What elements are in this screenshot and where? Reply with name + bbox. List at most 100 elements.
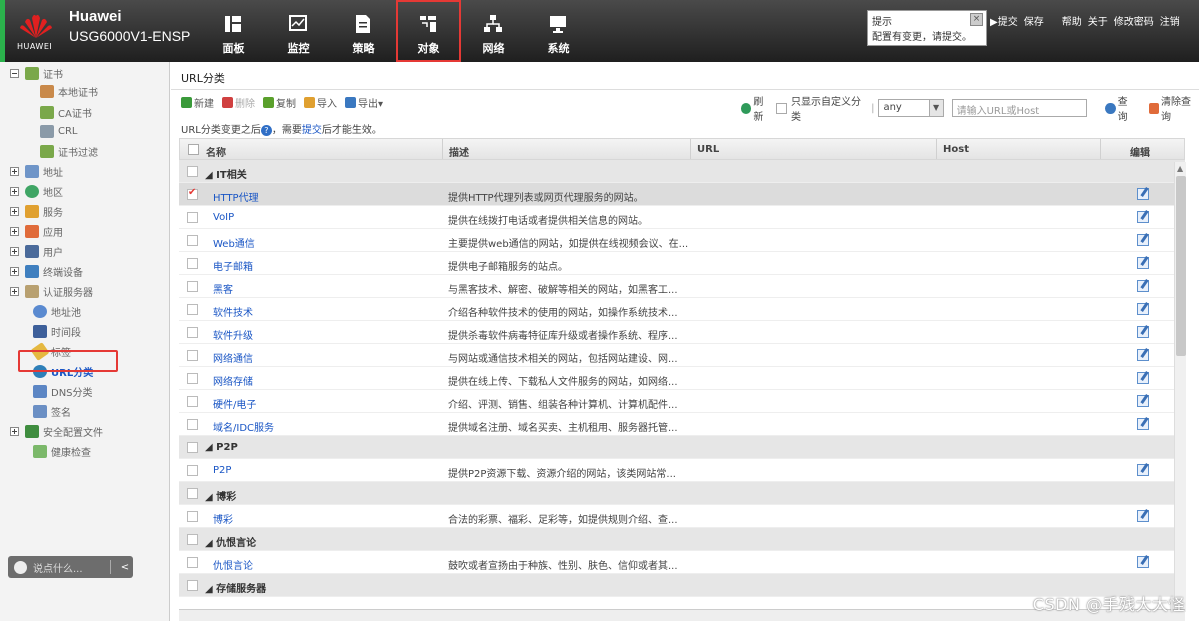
sidebar-item-address-pool[interactable]: 地址池 xyxy=(33,303,81,320)
column-name[interactable]: 名称 xyxy=(206,144,226,159)
column-url[interactable]: URL xyxy=(697,144,719,155)
table-row[interactable]: 域名/IDC服务 提供域名注册、域名买卖、主机租用、服务器托管... xyxy=(179,413,1185,436)
row-checkbox[interactable] xyxy=(187,187,198,200)
row-checkbox[interactable] xyxy=(187,235,198,246)
edit-icon[interactable] xyxy=(1137,188,1149,200)
group-name[interactable]: ◢ IT相关 xyxy=(205,166,247,181)
chevron-down-icon[interactable]: ▼ xyxy=(928,100,943,116)
expand-icon[interactable] xyxy=(10,187,19,196)
group-row[interactable]: ◢ IT相关 xyxy=(179,160,1185,183)
sidebar-item-ca-cert[interactable]: CA证书 xyxy=(40,104,92,121)
group-name[interactable]: ◢ P2P xyxy=(205,442,238,453)
edit-icon[interactable] xyxy=(1137,418,1149,430)
category-name-link[interactable]: HTTP代理 xyxy=(213,189,259,204)
help-link[interactable]: 帮助 xyxy=(1062,13,1082,28)
sidebar-item-user[interactable]: 用户 xyxy=(10,243,63,260)
edit-icon[interactable] xyxy=(1137,211,1149,223)
group-row[interactable]: ◢ 博彩 xyxy=(179,482,1185,505)
row-checkbox[interactable] xyxy=(187,511,198,522)
category-name-link[interactable]: 电子邮箱 xyxy=(213,258,253,273)
table-row[interactable]: HTTP代理 提供HTTP代理列表或网页代理服务的网站。 xyxy=(179,183,1185,206)
category-name-link[interactable]: 软件技术 xyxy=(213,304,253,319)
edit-icon[interactable] xyxy=(1137,326,1149,338)
sidebar-item-security-profile[interactable]: 安全配置文件 xyxy=(10,423,103,440)
row-checkbox[interactable] xyxy=(187,166,198,177)
row-checkbox[interactable] xyxy=(187,465,198,476)
logout-link[interactable]: 注销 xyxy=(1160,13,1180,28)
edit-icon[interactable] xyxy=(1137,234,1149,246)
category-name-link[interactable]: Web通信 xyxy=(213,235,255,250)
expand-icon[interactable] xyxy=(10,287,19,296)
edit-icon[interactable] xyxy=(1137,510,1149,522)
row-checkbox[interactable] xyxy=(187,557,198,568)
table-row[interactable]: 硬件/电子 介绍、评测、销售、组装各种计算机、计算机配件... xyxy=(179,390,1185,413)
group-name[interactable]: ◢ 存储服务器 xyxy=(205,580,266,595)
collapse-icon[interactable] xyxy=(10,69,19,78)
refresh-button[interactable]: 刷新 xyxy=(741,93,772,123)
group-row[interactable]: ◢ P2P xyxy=(179,436,1185,459)
copy-button[interactable]: 复制 xyxy=(263,95,296,110)
sidebar-item-crl[interactable]: CRL xyxy=(40,123,78,140)
expand-icon[interactable] xyxy=(10,247,19,256)
category-name-link[interactable]: 硬件/电子 xyxy=(213,396,256,411)
expand-icon[interactable] xyxy=(10,267,19,276)
submit-link[interactable]: 提交 xyxy=(302,125,322,136)
collapse-sidebar-button[interactable]: < xyxy=(117,562,133,573)
category-name-link[interactable]: 软件升级 xyxy=(213,327,253,342)
row-checkbox[interactable] xyxy=(187,281,198,292)
row-checkbox[interactable] xyxy=(187,442,198,453)
table-row[interactable]: 博彩 合法的彩票、福彩、足彩等，如提供规则介绍、查... xyxy=(179,505,1185,528)
select-all-checkbox[interactable] xyxy=(188,144,199,155)
sidebar-item-terminal[interactable]: 终端设备 xyxy=(10,263,83,280)
group-row[interactable]: ◢ 仇恨言论 xyxy=(179,528,1185,551)
expand-icon[interactable] xyxy=(10,167,19,176)
sidebar-item-cert-filter[interactable]: 证书过滤 xyxy=(40,143,98,160)
import-button[interactable]: 导入 xyxy=(304,95,337,110)
group-name[interactable]: ◢ 仇恨言论 xyxy=(205,534,256,549)
row-checkbox[interactable] xyxy=(187,488,198,499)
nav-monitor[interactable]: 监控 xyxy=(266,0,331,62)
table-row[interactable]: 软件升级 提供杀毒软件病毒特征库升级或者操作系统、程序... xyxy=(179,321,1185,344)
group-name[interactable]: ◢ 博彩 xyxy=(205,488,236,503)
sidebar-item-local-cert[interactable]: 本地证书 xyxy=(40,83,98,100)
expand-icon[interactable] xyxy=(10,227,19,236)
only-custom-checkbox[interactable] xyxy=(776,102,787,114)
row-checkbox[interactable] xyxy=(187,212,198,223)
help-icon[interactable]: ? xyxy=(260,125,272,136)
table-row[interactable]: 电子邮箱 提供电子邮箱服务的站点。 xyxy=(179,252,1185,275)
scroll-thumb[interactable] xyxy=(1176,176,1186,356)
row-checkbox[interactable] xyxy=(187,258,198,269)
edit-icon[interactable] xyxy=(1137,257,1149,269)
edit-icon[interactable] xyxy=(1137,303,1149,315)
nav-system[interactable]: 系统 xyxy=(526,0,591,62)
row-checkbox[interactable] xyxy=(187,350,198,361)
table-row[interactable]: Web通信 主要提供web通信的网站，如提供在线视频会议、在... xyxy=(179,229,1185,252)
category-name-link[interactable]: 仇恨言论 xyxy=(213,557,253,572)
edit-icon[interactable] xyxy=(1137,556,1149,568)
row-checkbox[interactable] xyxy=(187,304,198,315)
save-link[interactable]: 保存 xyxy=(1024,13,1044,28)
sidebar-item-service[interactable]: 服务 xyxy=(10,203,63,220)
about-link[interactable]: 关于 xyxy=(1088,13,1108,28)
chat-bar[interactable]: 说点什么... < xyxy=(8,556,133,578)
table-row[interactable]: 网络存储 提供在线上传、下载私人文件服务的网站，如网络... xyxy=(179,367,1185,390)
category-name-link[interactable]: 域名/IDC服务 xyxy=(213,419,274,434)
table-row[interactable]: 黑客 与黑客技术、解密、破解等相关的网站，如黑客工... xyxy=(179,275,1185,298)
export-button[interactable]: 导出▾ xyxy=(345,95,383,110)
expand-icon[interactable] xyxy=(10,207,19,216)
sidebar-item-address[interactable]: 地址 xyxy=(10,163,63,180)
table-row[interactable]: 网络通信 与网站或通信技术相关的网站，包括网站建设、网... xyxy=(179,344,1185,367)
row-checkbox[interactable] xyxy=(187,373,198,384)
table-row[interactable]: 软件技术 介绍各种软件技术的使用的网站，如操作系统技术... xyxy=(179,298,1185,321)
sidebar-item-dns-category[interactable]: DNS分类 xyxy=(33,383,93,400)
sidebar-item-auth-server[interactable]: 认证服务器 xyxy=(10,283,93,300)
edit-icon[interactable] xyxy=(1137,464,1149,476)
row-checkbox[interactable] xyxy=(187,580,198,591)
search-input[interactable]: 请输入URL或Host xyxy=(951,99,1088,117)
category-name-link[interactable]: 网络存储 xyxy=(213,373,253,388)
column-host[interactable]: Host xyxy=(943,144,969,155)
delete-button[interactable]: 删除 xyxy=(222,95,255,110)
sidebar-item-signature[interactable]: 签名 xyxy=(33,403,71,420)
change-password-link[interactable]: 修改密码 xyxy=(1114,13,1154,28)
category-name-link[interactable]: P2P xyxy=(213,465,231,476)
